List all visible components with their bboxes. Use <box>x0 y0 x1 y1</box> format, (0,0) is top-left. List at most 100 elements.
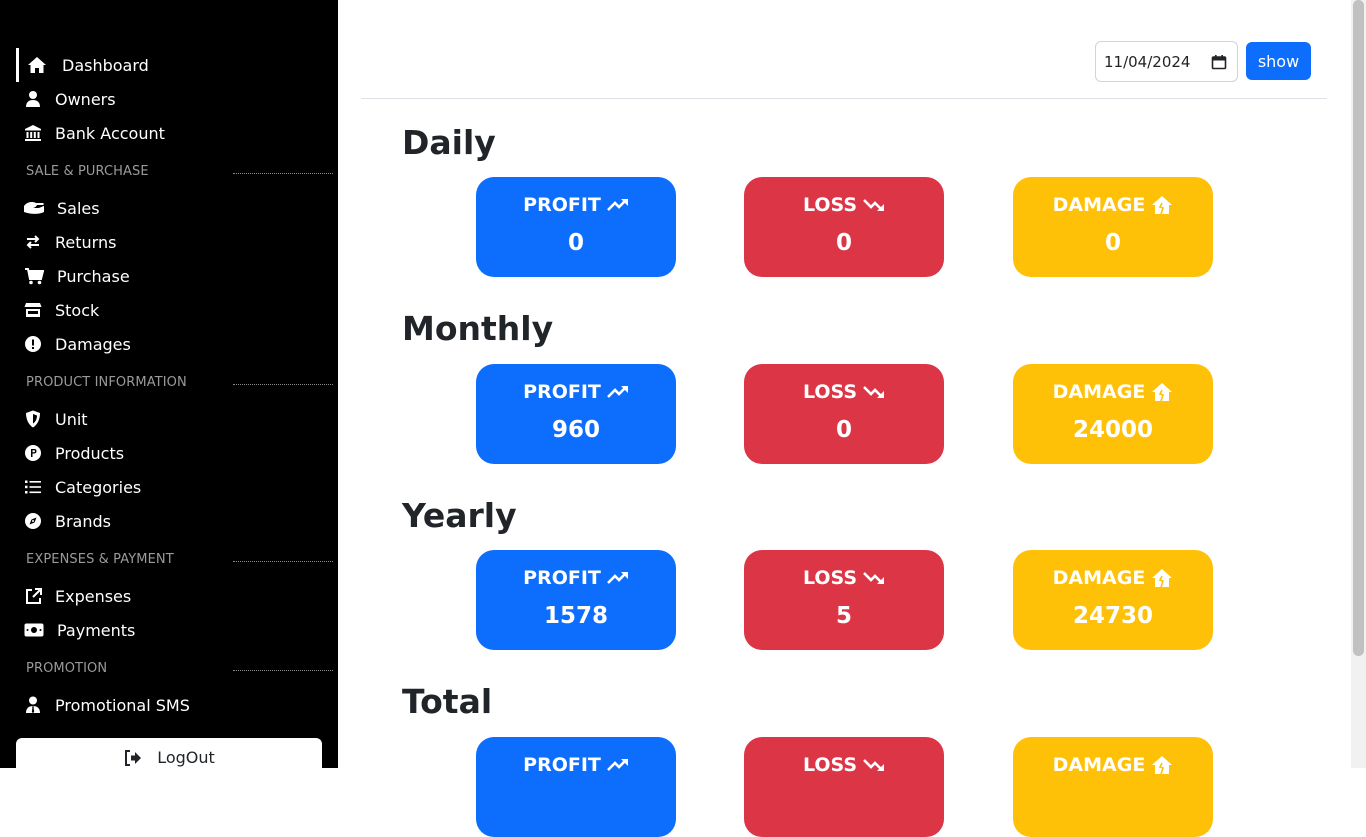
calendar-icon[interactable] <box>1211 54 1227 70</box>
sidebar-item-label: Products <box>55 443 125 463</box>
compass-icon <box>23 511 43 531</box>
sidebar-item-label: Brands <box>55 511 111 531</box>
sidebar-item-brands[interactable]: Brands <box>16 504 111 538</box>
trend-up-icon <box>606 386 628 398</box>
sign-out-icon <box>123 748 143 768</box>
sidebar-item-owners[interactable]: Owners <box>16 82 116 116</box>
card-label: PROFIT <box>523 754 601 776</box>
card-value: 24730 <box>1072 603 1154 629</box>
card-daily-profit: PROFIT 0 <box>476 177 676 277</box>
sidebar-item-stock[interactable]: Stock <box>16 293 99 327</box>
sidebar-item-dashboard[interactable]: Dashboard <box>16 48 149 82</box>
group-title-monthly: Monthly <box>402 309 554 348</box>
sidebar-item-label: Stock <box>55 300 100 320</box>
arrows-exchange-icon <box>23 232 43 252</box>
shield-icon <box>23 409 43 429</box>
card-monthly-loss: LOSS 0 <box>744 364 944 464</box>
card-total-profit: PROFIT <box>476 737 676 837</box>
card-value: 24000 <box>1072 417 1154 443</box>
card-total-loss: LOSS <box>744 737 944 837</box>
card-label: PROFIT <box>523 567 601 589</box>
sidebar-item-products[interactable]: Products <box>16 436 124 470</box>
card-value: 0 <box>567 230 584 256</box>
card-yearly-loss: LOSS 5 <box>744 550 944 650</box>
card-monthly-damage: DAMAGE 24000 <box>1013 364 1213 464</box>
group-title-total: Total <box>402 682 493 721</box>
sidebar-item-label: Owners <box>55 89 116 109</box>
sidebar-item-payments[interactable]: Payments <box>16 613 135 647</box>
money-hand-icon <box>23 198 45 218</box>
sidebar-item-label: Purchase <box>57 266 130 286</box>
card-label: DAMAGE <box>1052 194 1146 216</box>
logout-button[interactable]: LogOut <box>16 738 322 778</box>
sidebar-item-promotional-sms[interactable]: Promotional SMS <box>16 688 190 722</box>
sidebar-item-damages[interactable]: Damages <box>16 327 131 361</box>
header-divider <box>361 98 1327 99</box>
sidebar-item-label: Promotional SMS <box>55 695 190 715</box>
section-label: PRODUCT INFORMATION <box>26 374 187 390</box>
section-divider <box>233 670 333 671</box>
scrollbar-thumb[interactable] <box>1353 0 1364 656</box>
section-label: PROMOTION <box>26 660 108 676</box>
group-title-daily: Daily <box>402 123 496 162</box>
section-product-information: PRODUCT INFORMATION <box>26 372 333 392</box>
sidebar-item-label: Categories <box>55 477 142 497</box>
card-daily-damage: DAMAGE 0 <box>1013 177 1213 277</box>
card-label: LOSS <box>802 194 858 216</box>
sidebar-item-expenses[interactable]: Expenses <box>16 579 131 613</box>
section-divider <box>233 561 333 562</box>
house-crack-icon <box>1152 569 1173 588</box>
card-label: PROFIT <box>523 194 601 216</box>
house-crack-icon <box>1152 196 1173 215</box>
bank-icon <box>23 123 43 143</box>
sidebar-item-returns[interactable]: Returns <box>16 225 116 259</box>
user-tie-icon <box>23 695 43 715</box>
trend-down-icon <box>863 759 885 771</box>
trend-down-icon <box>863 199 885 211</box>
card-value: 1578 <box>543 603 608 629</box>
logout-label: LogOut <box>157 748 215 767</box>
sidebar-item-label: Sales <box>57 198 100 218</box>
money-bill-icon <box>23 620 45 640</box>
card-value: 0 <box>835 230 852 256</box>
sidebar-item-sales[interactable]: Sales <box>16 191 100 225</box>
sidebar-item-label: Bank Account <box>55 123 165 143</box>
group-title-yearly: Yearly <box>402 496 517 535</box>
card-value: 5 <box>835 603 852 629</box>
card-label: DAMAGE <box>1052 381 1146 403</box>
card-monthly-profit: PROFIT 960 <box>476 364 676 464</box>
scrollbar[interactable] <box>1351 0 1366 768</box>
exclamation-circle-icon <box>23 334 43 354</box>
trend-up-icon <box>606 199 628 211</box>
sidebar-item-label: Expenses <box>55 586 132 606</box>
section-expenses-payment: EXPENSES & PAYMENT <box>26 549 333 569</box>
card-total-damage: DAMAGE <box>1013 737 1213 837</box>
store-icon <box>23 300 43 320</box>
section-sale-purchase: SALE & PURCHASE <box>26 161 333 181</box>
sidebar-item-unit[interactable]: Unit <box>16 402 88 436</box>
date-input[interactable]: 11/04/2024 <box>1095 41 1238 82</box>
sidebar-item-purchase[interactable]: Purchase <box>16 259 130 293</box>
product-p-icon <box>23 443 43 463</box>
sidebar: Dashboard Owners Bank Account SALE & PUR… <box>0 0 338 778</box>
section-label: SALE & PURCHASE <box>26 163 149 179</box>
card-label: DAMAGE <box>1052 754 1146 776</box>
show-button[interactable]: show <box>1246 42 1311 80</box>
card-label: LOSS <box>802 567 858 589</box>
sidebar-item-bank-account[interactable]: Bank Account <box>16 116 165 150</box>
date-value: 11/04/2024 <box>1104 52 1191 71</box>
home-icon <box>27 55 47 75</box>
card-yearly-damage: DAMAGE 24730 <box>1013 550 1213 650</box>
card-value: 0 <box>1104 230 1121 256</box>
section-promotion: PROMOTION <box>26 658 333 678</box>
cart-icon <box>23 266 45 286</box>
sidebar-item-label: Payments <box>57 620 136 640</box>
list-icon <box>23 477 43 497</box>
sidebar-item-label: Returns <box>55 232 117 252</box>
sidebar-item-categories[interactable]: Categories <box>16 470 141 504</box>
trend-up-icon <box>606 572 628 584</box>
trend-up-icon <box>606 759 628 771</box>
section-label: EXPENSES & PAYMENT <box>26 551 174 567</box>
card-label: PROFIT <box>523 381 601 403</box>
trend-down-icon <box>863 386 885 398</box>
